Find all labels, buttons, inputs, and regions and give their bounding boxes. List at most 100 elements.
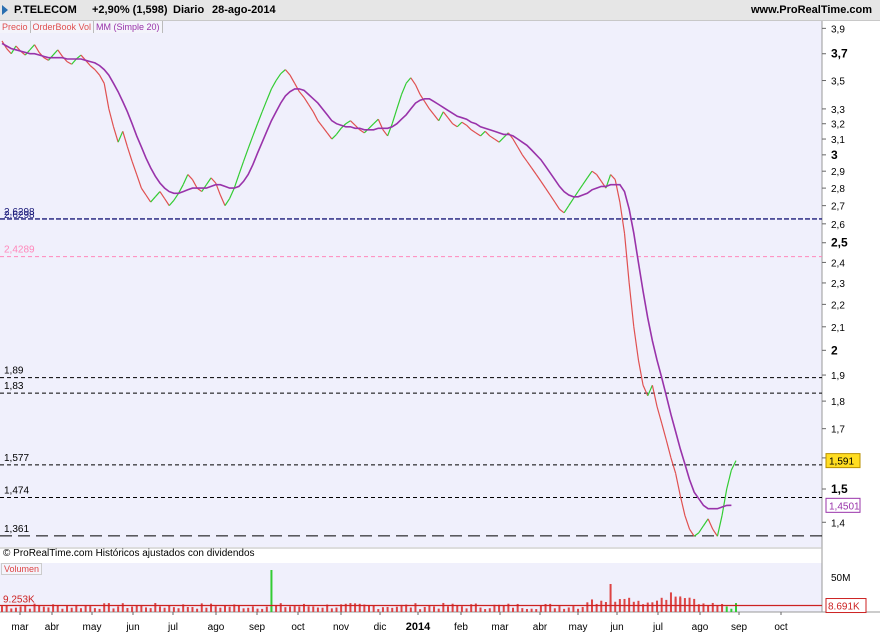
volume-bar <box>214 606 217 612</box>
volume-bar <box>135 605 138 612</box>
volume-bar <box>196 608 199 612</box>
volume-bar <box>19 606 22 612</box>
x-tick-label: abr <box>533 622 548 633</box>
volume-bar <box>637 600 640 612</box>
volume-bar <box>707 605 710 612</box>
volume-bar <box>200 603 203 612</box>
x-tick-label: ago <box>692 622 709 633</box>
volume-bar <box>158 606 161 612</box>
x-tick-label: jun <box>125 622 139 633</box>
volume-bar <box>186 606 189 612</box>
volume-bar <box>535 609 538 612</box>
volume-bar <box>251 606 254 612</box>
x-tick-label: mar <box>491 622 509 633</box>
y-tick-label: 2,8 <box>831 184 845 195</box>
legend-ma[interactable]: MM (Simple 20) <box>94 21 163 33</box>
volume-bar <box>563 608 566 612</box>
volume-bar <box>219 607 222 612</box>
volume-average-label: 9.253K <box>3 595 35 606</box>
y-tick-label: 1,5 <box>831 482 848 496</box>
x-tick-label: sep <box>249 622 266 633</box>
volume-bar <box>377 609 380 612</box>
volume-bar <box>210 603 213 612</box>
price-chart[interactable]: 1,41,51,61,71,81,922,12,22,32,42,52,62,7… <box>0 0 880 636</box>
y-tick-label: 2 <box>831 343 838 357</box>
volume-bar <box>279 603 282 612</box>
current-value-label-1: 1,4501 <box>829 501 860 512</box>
volume-bar <box>539 605 542 612</box>
volume-bar <box>423 606 426 612</box>
volume-bar <box>488 608 491 612</box>
volume-bar <box>5 605 8 612</box>
volume-bar <box>632 601 635 612</box>
y-tick-label: 2,2 <box>831 300 845 311</box>
volume-bar <box>284 607 287 612</box>
x-tick-label: may <box>569 622 588 633</box>
volume-bar <box>628 597 631 612</box>
volume-bar <box>66 606 69 612</box>
volume-bar <box>289 606 292 612</box>
legend-orderbook-vol[interactable]: OrderBook Vol <box>30 21 95 33</box>
volume-bar <box>474 603 477 612</box>
volume-bar <box>177 608 180 612</box>
y-tick-label: 3,2 <box>831 120 845 131</box>
volume-bar <box>223 605 226 612</box>
volume-bar <box>735 603 737 612</box>
volume-bar <box>465 608 468 612</box>
volume-bar <box>525 608 528 612</box>
volume-bar <box>247 607 250 612</box>
x-tick-label: nov <box>333 622 349 633</box>
volume-bar <box>660 597 663 612</box>
y-tick-label: 1,4 <box>831 518 845 529</box>
x-tick-label: jun <box>609 622 623 633</box>
volume-bar <box>117 606 120 612</box>
volume-bar <box>265 606 268 612</box>
legend-price[interactable]: Precio <box>0 21 31 33</box>
x-tick-label: dic <box>374 622 387 633</box>
y-tick-label: 1,8 <box>831 397 845 408</box>
volume-bar <box>716 605 719 612</box>
volume-bar <box>479 607 482 612</box>
y-tick-label: 3,9 <box>831 24 845 35</box>
volume-bar <box>651 602 654 612</box>
level-label-overlap: 2,6298 <box>4 210 35 221</box>
price-plot-bg <box>0 21 822 547</box>
x-tick-label: jul <box>652 622 663 633</box>
volume-bar <box>456 605 459 612</box>
volume-bar <box>414 603 417 612</box>
volume-bar <box>112 608 115 612</box>
volume-bar <box>61 608 64 612</box>
volume-bar <box>711 602 714 612</box>
volume-bar <box>604 602 607 612</box>
volume-bar <box>372 605 375 612</box>
x-tick-label: oct <box>291 622 305 633</box>
level-label-5: 1,474 <box>4 485 29 496</box>
volume-bar <box>688 597 691 612</box>
volume-bar <box>168 605 171 612</box>
y-tick-label: 3,1 <box>831 135 845 146</box>
volume-bar <box>316 607 319 612</box>
volume-bar <box>395 606 398 612</box>
y-tick-label: 3,3 <box>831 105 845 116</box>
volume-bar <box>84 605 87 612</box>
indicator-legend: Precio OrderBook Vol MM (Simple 20) <box>0 21 163 33</box>
volume-bar <box>391 607 394 612</box>
volume-bar <box>172 607 175 612</box>
volume-bar <box>70 607 73 612</box>
y-tick-label: 3 <box>831 148 838 162</box>
volume-bar <box>330 608 333 612</box>
volume-bar <box>381 607 384 612</box>
volume-bar <box>38 605 41 612</box>
volume-bar <box>89 606 92 612</box>
volume-bar <box>126 608 129 612</box>
volume-bar <box>586 602 589 612</box>
level-label-3: 1,83 <box>4 381 24 392</box>
current-value-label-0: 1,591 <box>829 457 854 468</box>
volume-bar <box>293 606 296 612</box>
volume-bar <box>409 607 412 612</box>
y-tick-label: 2,4 <box>831 258 845 269</box>
level-label-4: 1,577 <box>4 453 29 464</box>
volume-bar <box>577 608 580 612</box>
volume-bar <box>131 606 134 612</box>
volume-panel-label[interactable]: Volumen <box>1 563 43 575</box>
